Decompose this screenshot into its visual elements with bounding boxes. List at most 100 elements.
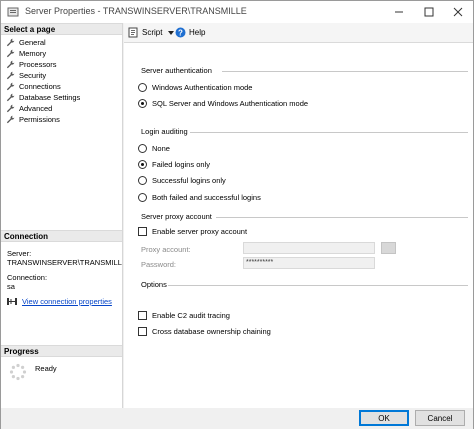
server-label: Server: [7, 249, 32, 258]
wrench-icon [6, 93, 15, 102]
page-item-label: Processors [19, 60, 57, 69]
page-item-label: Connections [19, 82, 61, 91]
wrench-icon [6, 71, 15, 80]
maximize-button[interactable] [414, 1, 444, 23]
connection-properties-icon [7, 298, 17, 305]
page-item-label: Advanced [19, 104, 53, 113]
radio-sql-and-windows-auth[interactable]: SQL Server and Windows Authentication mo… [138, 99, 308, 108]
view-connection-properties-link[interactable]: View connection properties [22, 297, 112, 306]
checkbox-cross-db-chaining-label: Cross database ownership chaining [152, 327, 271, 336]
page-item-advanced[interactable]: Advanced [6, 103, 80, 114]
radio-audit-both-label: Both failed and successful logins [152, 193, 261, 202]
radio-windows-auth-label: Windows Authentication mode [152, 83, 253, 92]
minimize-icon [395, 11, 403, 13]
page-item-connections[interactable]: Connections [6, 81, 80, 92]
radio-audit-none-circle[interactable] [138, 144, 147, 153]
radio-audit-none-label: None [152, 144, 170, 153]
proxy-password-label: Password: [141, 260, 177, 269]
radio-audit-both[interactable]: Both failed and successful logins [138, 193, 261, 202]
right-pane: Script ? Help Server authentication Wind… [124, 23, 473, 408]
wrench-icon [6, 82, 15, 91]
page-item-label: General [19, 38, 46, 47]
login-auditing-divider [190, 132, 468, 133]
server-properties-dialog: Server Properties - TRANSWINSERVER\TRANS… [0, 0, 474, 429]
server-authentication-divider [222, 71, 468, 72]
wrench-icon [6, 60, 15, 69]
checkbox-enable-proxy-label: Enable server proxy account [152, 227, 248, 236]
page-item-security[interactable]: Security [6, 70, 80, 81]
dialog-button-bar: OK Cancel [1, 408, 473, 429]
options-title: Options [141, 280, 167, 289]
server-properties-app-icon [7, 7, 19, 17]
radio-audit-failed-circle[interactable] [138, 160, 147, 169]
wrench-icon [6, 104, 15, 113]
server-authentication-title: Server authentication [141, 66, 212, 75]
checkbox-c2-audit-label: Enable C2 audit tracing [152, 311, 230, 320]
checkbox-cross-db-chaining-box[interactable] [138, 327, 147, 336]
progress-spinner-icon [9, 363, 27, 381]
radio-audit-successful-label: Successful logins only [152, 176, 226, 185]
wrench-icon [6, 115, 15, 124]
proxy-account-label: Proxy account: [141, 245, 191, 254]
page-item-label: Memory [19, 49, 47, 58]
close-button[interactable] [443, 1, 473, 23]
toolbar: Script ? Help [124, 23, 473, 43]
page-item-general[interactable]: General [6, 37, 80, 48]
script-icon [128, 27, 138, 38]
maximize-icon [424, 7, 434, 17]
proxy-account-input[interactable] [243, 242, 375, 254]
proxy-account-title: Server proxy account [141, 212, 212, 221]
page-item-database-settings[interactable]: Database Settings [6, 92, 80, 103]
radio-audit-both-circle[interactable] [138, 193, 147, 202]
progress-header: Progress [1, 345, 122, 357]
checkbox-cross-db-chaining[interactable]: Cross database ownership chaining [138, 327, 271, 336]
connection-header: Connection [1, 230, 122, 242]
progress-status: Ready [35, 364, 57, 373]
wrench-icon [6, 49, 15, 58]
progress-row: Ready [9, 363, 57, 381]
help-button[interactable]: ? Help [175, 27, 205, 38]
radio-sql-and-windows-auth-circle[interactable] [138, 99, 147, 108]
radio-windows-auth-circle[interactable] [138, 83, 147, 92]
radio-audit-failed[interactable]: Failed logins only [138, 160, 210, 169]
window-title: Server Properties - TRANSWINSERVER\TRANS… [25, 6, 247, 16]
server-value: TRANSWINSERVER\TRANSMILLE [7, 258, 122, 267]
checkbox-enable-proxy[interactable]: Enable server proxy account [138, 227, 247, 236]
proxy-password-input[interactable]: ********** [243, 257, 375, 269]
help-label: Help [189, 28, 206, 37]
wrench-icon [6, 38, 15, 47]
script-button[interactable]: Script [128, 27, 176, 38]
radio-audit-successful[interactable]: Successful logins only [138, 176, 226, 185]
connection-label: Connection: [7, 273, 48, 282]
checkbox-enable-proxy-box[interactable] [138, 227, 147, 236]
close-icon [453, 7, 463, 17]
page-item-label: Security [19, 71, 47, 80]
page-item-label: Database Settings [19, 93, 81, 102]
radio-audit-failed-label: Failed logins only [152, 160, 210, 169]
script-label: Script [142, 28, 163, 37]
proxy-account-browse-button[interactable] [381, 242, 396, 254]
checkbox-c2-audit[interactable]: Enable C2 audit tracing [138, 311, 230, 320]
page-item-processors[interactable]: Processors [6, 59, 80, 70]
radio-windows-auth[interactable]: Windows Authentication mode [138, 83, 252, 92]
svg-text:?: ? [178, 28, 183, 37]
cancel-button[interactable]: Cancel [415, 410, 465, 426]
page-list: General Memory Processors Security Connectio… [6, 37, 80, 125]
page-item-permissions[interactable]: Permissions [6, 114, 80, 125]
options-divider [168, 285, 468, 286]
view-connection-properties-row[interactable]: View connection properties [6, 297, 112, 306]
select-page-header: Select a page [1, 23, 122, 35]
proxy-account-divider [216, 217, 468, 218]
login-auditing-title: Login auditing [141, 127, 188, 136]
ok-button[interactable]: OK [359, 410, 409, 426]
minimize-button[interactable] [384, 1, 414, 23]
checkbox-c2-audit-box[interactable] [138, 311, 147, 320]
left-pane: Select a page General Memory Processors Sec… [1, 23, 123, 408]
connection-value: sa [7, 282, 15, 291]
radio-audit-successful-circle[interactable] [138, 176, 147, 185]
radio-sql-and-windows-auth-label: SQL Server and Windows Authentication mo… [152, 99, 309, 108]
help-icon: ? [175, 27, 186, 38]
title-bar: Server Properties - TRANSWINSERVER\TRANS… [1, 1, 473, 23]
page-item-memory[interactable]: Memory [6, 48, 80, 59]
radio-audit-none[interactable]: None [138, 144, 170, 153]
